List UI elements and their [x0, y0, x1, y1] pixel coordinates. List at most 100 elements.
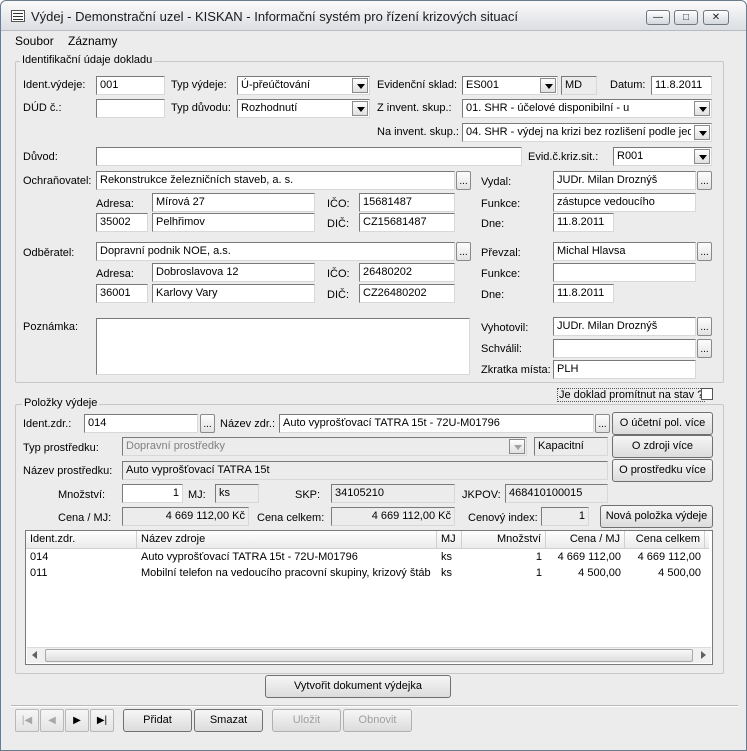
odberatel-field[interactable]: Dopravní podnik NOE, a.s. [96, 242, 455, 261]
column-header-ident[interactable]: Ident.zdr. [26, 531, 137, 549]
mnozstvi-field[interactable]: 1 [122, 484, 183, 503]
o-ico-label: IČO: [327, 198, 350, 210]
o-zdroji-button[interactable]: O zdroji více [612, 435, 713, 458]
chevron-down-icon[interactable] [694, 125, 710, 140]
evid-sklad-select[interactable]: ES001 [462, 76, 558, 95]
items-table[interactable]: Ident.zdr. Název zdroje MJ Množství Cena… [25, 530, 713, 665]
first-record-icon[interactable]: |◀ [15, 709, 39, 732]
scrollbar-thumb[interactable] [45, 649, 693, 662]
cena-mj-field: 4 669 112,00 Kč [122, 507, 249, 526]
d-dic-field[interactable]: CZ26480202 [359, 284, 455, 303]
obnovit-button[interactable]: Obnovit [343, 709, 412, 732]
vydal-funkce-field[interactable]: zástupce vedoucího [553, 193, 696, 212]
dud-field[interactable] [96, 99, 165, 118]
prevzal-browse-button[interactable]: ... [697, 242, 712, 261]
typ-prostredku-value: Dopravní prostředky [126, 440, 226, 452]
o-mesto-field[interactable]: Pelhřimov [152, 213, 315, 232]
column-header-mnozstvi[interactable]: Množství [462, 531, 546, 549]
dud-label: DÚD č.: [23, 102, 62, 114]
evid-kriz-label: Evid.č.kriz.sit.: [528, 151, 599, 163]
cena-celkem-field: 4 669 112,00 Kč [331, 507, 455, 526]
title-bar[interactable]: Výdej - Demonstrační uzel - KISKAN - Inf… [1, 1, 746, 31]
ochranovatel-browse-button[interactable]: ... [456, 171, 471, 190]
minimize-icon[interactable]: — [646, 10, 670, 25]
promitnut-checkbox[interactable] [701, 388, 713, 400]
d-mesto-field[interactable]: Karlovy Vary [152, 284, 315, 303]
z-invent-select[interactable]: 01. SHR - účelové disponibilní - u [462, 99, 712, 118]
o-adresa-label: Adresa: [96, 198, 134, 210]
o-prostredku-button[interactable]: O prostředku více [612, 459, 713, 482]
o-ico-field[interactable]: 15681487 [359, 193, 455, 212]
prevzal-dne-field[interactable]: 11.8.2011 [553, 284, 614, 303]
d-adresa-field[interactable]: Dobroslavova 12 [152, 263, 315, 282]
menu-soubor[interactable]: Soubor [15, 34, 54, 48]
chevron-down-icon[interactable] [509, 439, 525, 454]
prevzal-field[interactable]: Michal Hlavsa [553, 242, 696, 261]
o-adresa-field[interactable]: Mírová 27 [152, 193, 315, 212]
maximize-icon[interactable]: □ [674, 10, 698, 25]
chevron-down-icon[interactable] [352, 78, 368, 93]
vydal-field[interactable]: JUDr. Milan Droznýš [553, 171, 696, 190]
poznamka-label: Poznámka: [23, 321, 79, 333]
d-ico-field[interactable]: 26480202 [359, 263, 455, 282]
nova-polozka-button[interactable]: Nová položka výdeje [600, 505, 713, 528]
nazev-zdr-label: Název zdr.: [220, 418, 276, 430]
typ-vydeje-label: Typ výdeje: [171, 79, 227, 91]
ulozit-button[interactable]: Uložit [272, 709, 341, 732]
mj-field: ks [215, 484, 259, 503]
vyhotovil-field[interactable]: JUDr. Milan Droznýš [553, 317, 696, 336]
chevron-down-icon[interactable] [540, 78, 556, 93]
o-dic-field[interactable]: CZ15681487 [359, 213, 455, 232]
scroll-right-icon[interactable] [701, 651, 706, 659]
smazat-button[interactable]: Smazat [194, 709, 263, 732]
ident-zdr-browse-button[interactable]: ... [200, 414, 215, 433]
typ-duvodu-select[interactable]: Rozhodnutí [237, 99, 370, 118]
next-record-icon[interactable]: ▶ [65, 709, 89, 732]
typ-prostredku-select[interactable]: Dopravní prostředky [122, 437, 527, 456]
typ-duvodu-value: Rozhodnutí [241, 102, 298, 114]
datum-field[interactable]: 11.8.2011 [651, 76, 712, 95]
cell-mnozstvi: 1 [535, 551, 542, 563]
scroll-left-icon[interactable] [32, 651, 37, 659]
schvalil-field[interactable] [553, 339, 696, 358]
ucetni-pol-button[interactable]: O účetní pol. více [612, 412, 713, 435]
ident-vydeje-field[interactable]: 001 [96, 76, 165, 95]
odberatel-browse-button[interactable]: ... [456, 242, 471, 261]
kapacitni-field: Kapacitní [534, 437, 608, 456]
prevzal-funkce-field[interactable] [553, 263, 696, 282]
menu-zaznamy[interactable]: Záznamy [68, 34, 117, 48]
typ-vydeje-select[interactable]: Ú-přeúčtování [237, 76, 370, 95]
ident-zdr-field[interactable]: 014 [84, 414, 198, 433]
vyhotovil-browse-button[interactable]: ... [697, 317, 712, 336]
column-header-mj[interactable]: MJ [437, 531, 462, 549]
schvalil-browse-button[interactable]: ... [697, 339, 712, 358]
last-record-icon[interactable]: ▶| [90, 709, 114, 732]
duvod-field[interactable] [96, 147, 522, 166]
vyhotovil-label: Vyhotovil: [481, 322, 529, 334]
evid-kriz-select[interactable]: R001 [613, 147, 712, 166]
zkratka-field[interactable]: PLH [553, 360, 696, 379]
d-psc-field[interactable]: 36001 [96, 284, 148, 303]
evid-sklad-label: Evidenční sklad: [377, 79, 458, 91]
close-icon[interactable]: ✕ [703, 10, 729, 25]
promitnut-label[interactable]: Je doklad promítnut na stav ? [557, 388, 706, 402]
create-document-button[interactable]: Vytvořit dokument výdejka [265, 675, 451, 698]
chevron-down-icon[interactable] [694, 101, 710, 116]
column-header-cena-celkem[interactable]: Cena celkem [625, 531, 705, 549]
column-header-nazev[interactable]: Název zdroje [137, 531, 437, 549]
pridat-button[interactable]: Přidat [123, 709, 192, 732]
column-header-cena-mj[interactable]: Cena / MJ [546, 531, 625, 549]
na-invent-select[interactable]: 04. SHR - výdej na krizi bez rozlišení p… [462, 123, 712, 142]
poznamka-textarea[interactable] [96, 318, 470, 375]
vydal-dne-field[interactable]: 11.8.2011 [553, 213, 614, 232]
previous-record-icon[interactable]: ◀ [40, 709, 64, 732]
horizontal-scrollbar[interactable] [27, 647, 711, 663]
chevron-down-icon[interactable] [352, 101, 368, 116]
nazev-zdr-field[interactable]: Auto vyprošťovací TATRA 15t - 72U-M01796 [279, 414, 594, 433]
ochranovatel-field[interactable]: Rekonstrukce železničních staveb, a. s. [96, 171, 455, 190]
o-psc-field[interactable]: 35002 [96, 213, 148, 232]
nazev-zdr-browse-button[interactable]: ... [595, 414, 610, 433]
vydal-browse-button[interactable]: ... [697, 171, 712, 190]
ident-zdr-label: Ident.zdr.: [23, 418, 72, 430]
chevron-down-icon[interactable] [694, 149, 710, 164]
